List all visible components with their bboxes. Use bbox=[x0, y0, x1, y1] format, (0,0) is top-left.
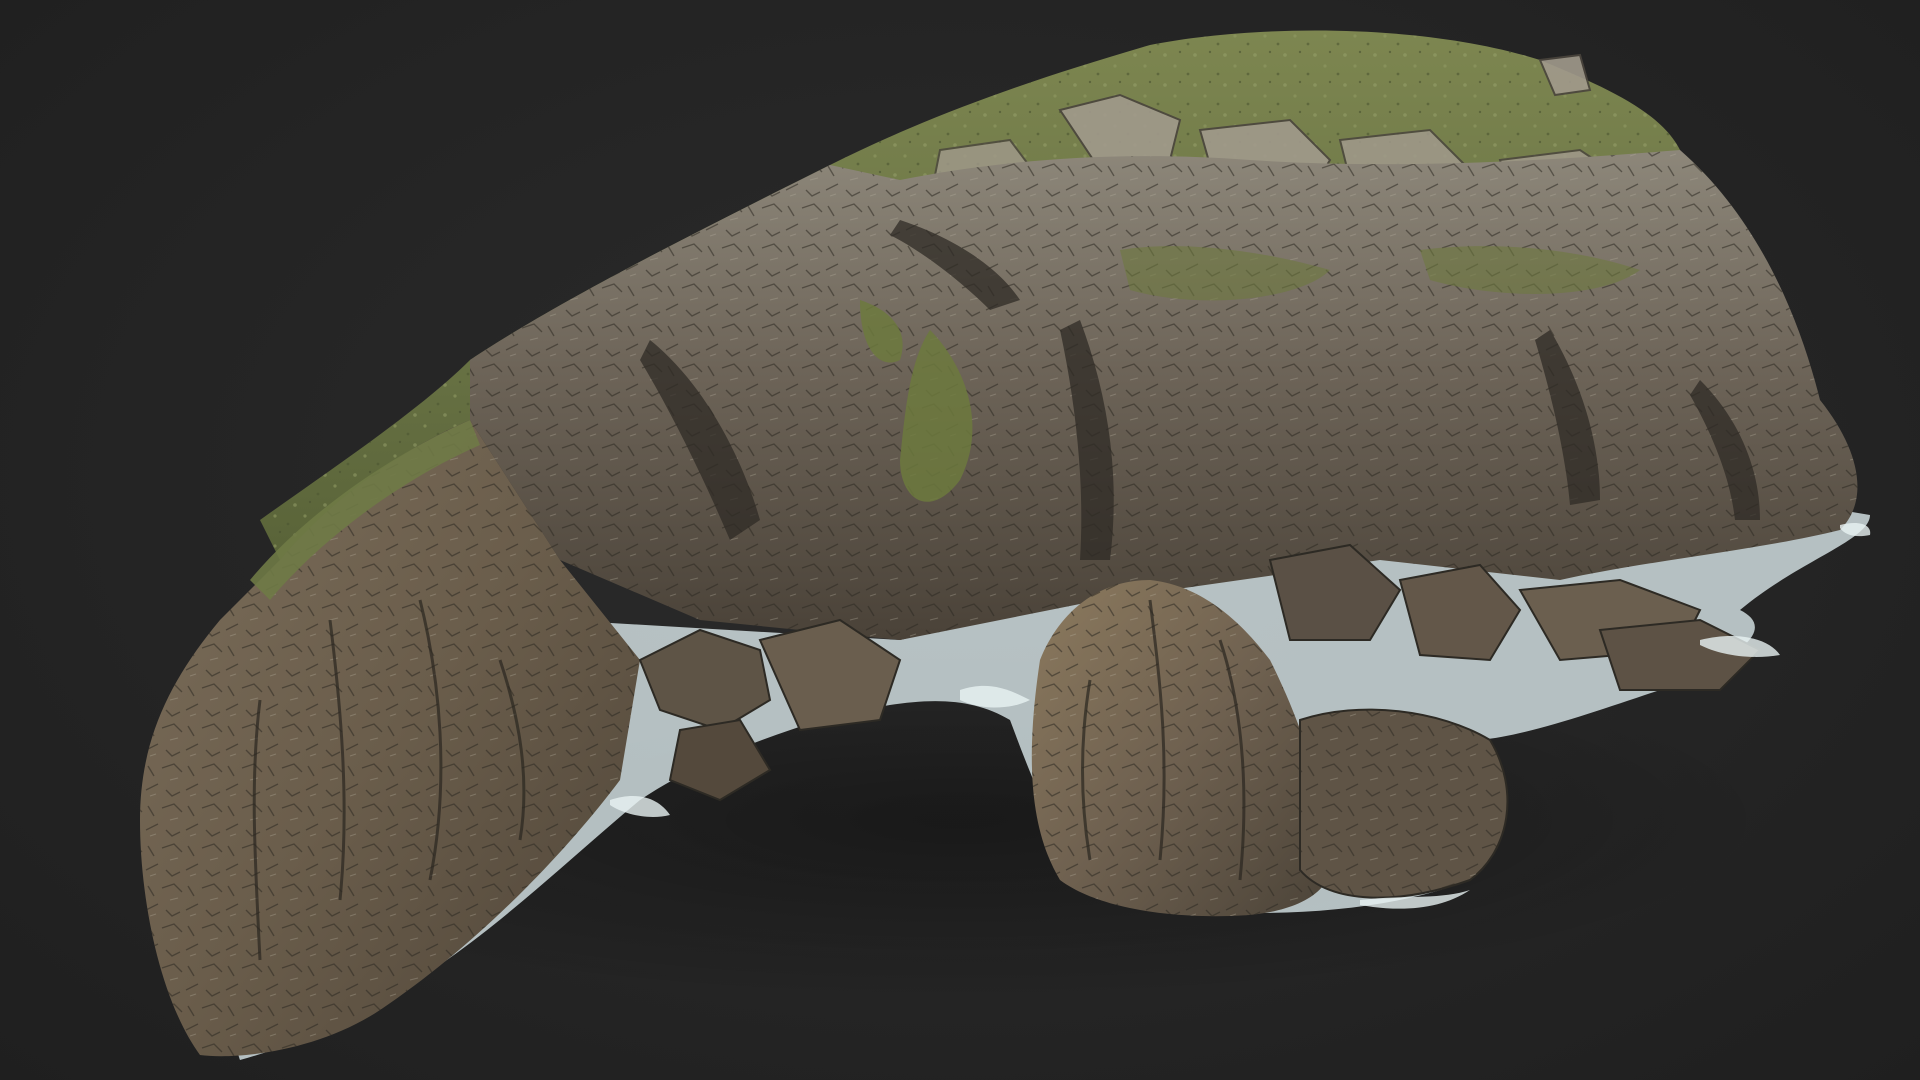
rock-island-render bbox=[140, 30, 1871, 1060]
render-viewport bbox=[0, 0, 1920, 1080]
right-ledge-texture bbox=[1300, 709, 1508, 898]
